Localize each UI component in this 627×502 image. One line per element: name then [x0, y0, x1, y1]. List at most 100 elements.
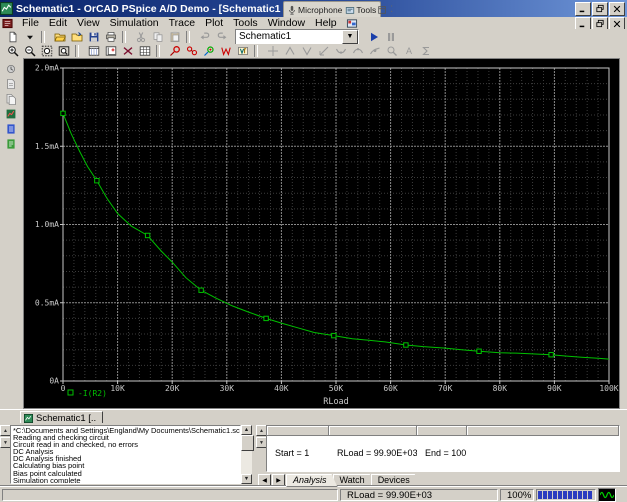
bias-display-button[interactable] — [234, 45, 251, 58]
simulation-output-log[interactable]: *C:\Documents and Settings\England\My Do… — [10, 425, 241, 484]
current-marker-button[interactable] — [200, 45, 217, 58]
add-plot-button[interactable] — [119, 45, 136, 58]
zoom-area-button[interactable] — [38, 45, 55, 58]
scroll-down-icon[interactable]: ▼ — [241, 474, 252, 484]
output-scrollbar-thumb[interactable] — [241, 435, 254, 451]
toolbar-separator — [156, 45, 160, 57]
menu-window[interactable]: Window — [263, 17, 310, 29]
add-y-axis-icon — [105, 45, 117, 57]
toolbar-group — [84, 45, 154, 58]
voltage-diff-marker-icon — [186, 45, 198, 57]
progress-block — [573, 491, 577, 499]
combo-dropdown-icon[interactable]: ▼ — [342, 30, 358, 44]
menu-simulation[interactable]: Simulation — [105, 17, 164, 29]
zoom-fit-button[interactable] — [55, 45, 72, 58]
sim-queue-button[interactable] — [3, 62, 20, 75]
menu-extra-icon[interactable] — [346, 18, 358, 29]
cursor-point-button[interactable] — [366, 45, 383, 58]
status-panel-header — [267, 426, 619, 436]
language-bar-handle[interactable]: ⁚ — [390, 4, 393, 15]
toggle-cursor-icon — [267, 45, 279, 57]
mark-label-icon: A — [403, 45, 415, 57]
cursor-peak-button[interactable] — [281, 45, 298, 58]
cursor-trough-button[interactable] — [298, 45, 315, 58]
toolbar-separator — [75, 45, 79, 57]
cursor-search-button[interactable] — [383, 45, 400, 58]
menu-trace[interactable]: Trace — [164, 17, 200, 29]
microphone-icon[interactable] — [287, 5, 297, 15]
simulation-profile-value: Schematic1 — [236, 31, 342, 42]
app-icon[interactable] — [0, 2, 13, 15]
copy-button[interactable] — [149, 30, 166, 43]
language-bar-options-icon[interactable] — [377, 5, 387, 15]
print-button[interactable] — [102, 30, 119, 43]
cursor-point-icon — [369, 45, 381, 57]
netlist-icon — [5, 138, 17, 150]
cursor-min-icon — [335, 45, 347, 57]
zoom-in-button[interactable] — [4, 45, 21, 58]
open-file-button[interactable] — [51, 30, 68, 43]
add-y-axis-button[interactable] — [102, 45, 119, 58]
probe-plot-area[interactable]: 010K20K30K40K50K60K70K80K90K100K0A0.5mA1… — [23, 58, 620, 409]
cursor-min-button[interactable] — [332, 45, 349, 58]
tools-icon[interactable] — [345, 5, 355, 15]
new-file-button[interactable] — [4, 30, 21, 43]
mark-label-button[interactable]: A — [400, 45, 417, 58]
redo-button[interactable] — [213, 30, 230, 43]
netlist-button[interactable] — [3, 137, 20, 150]
output-scrollbar[interactable]: ▲ ▼ — [241, 425, 252, 484]
dropdown-caret-icon — [24, 31, 36, 43]
waveform-status-icon — [598, 488, 616, 502]
pause-button[interactable] — [382, 30, 399, 43]
toolbar-separator — [41, 31, 45, 43]
scroll-up-icon[interactable]: ▲ — [241, 425, 252, 435]
redo-icon — [216, 31, 228, 43]
document-system-icon[interactable] — [2, 18, 15, 29]
menu-items: FileEditViewSimulationTracePlotToolsWind… — [17, 17, 342, 29]
voltage-diff-marker-button[interactable] — [183, 45, 200, 58]
menu-bar: FileEditViewSimulationTracePlotToolsWind… — [0, 17, 627, 29]
menu-view[interactable]: View — [72, 17, 105, 29]
menu-edit[interactable]: Edit — [44, 17, 72, 29]
plot-window-icon — [88, 45, 100, 57]
power-marker-button[interactable] — [217, 45, 234, 58]
plot-window-button[interactable] — [85, 45, 102, 58]
simulation-profile-combo[interactable]: Schematic1 ▼ — [235, 29, 359, 45]
voltage-marker-button[interactable] — [166, 45, 183, 58]
tab-analysis[interactable]: Analysis — [286, 474, 338, 487]
open-folder-button[interactable] — [68, 30, 85, 43]
cursor-slope-icon — [318, 45, 330, 57]
restore-button[interactable] — [592, 2, 608, 16]
menu-file[interactable]: File — [17, 17, 44, 29]
undo-button[interactable] — [196, 30, 213, 43]
watch-list-button[interactable] — [3, 122, 20, 135]
circuit-file-button[interactable] — [3, 77, 20, 90]
cut-button[interactable] — [132, 30, 149, 43]
eval-goal-button[interactable] — [417, 45, 434, 58]
dropdown-caret-button[interactable] — [21, 30, 38, 43]
watch-list-icon — [5, 123, 17, 135]
close-button[interactable] — [609, 2, 625, 16]
save-button[interactable] — [85, 30, 102, 43]
language-bar-microphone-label[interactable]: Microphone — [298, 5, 342, 15]
progress-block — [588, 491, 592, 499]
cursor-max-button[interactable] — [349, 45, 366, 58]
language-bar[interactable]: Microphone Tools ⁚ — [283, 1, 381, 18]
zoom-out-button[interactable] — [21, 45, 38, 58]
output-file-icon — [5, 93, 17, 105]
run-button[interactable] — [365, 30, 382, 43]
menu-tools[interactable]: Tools — [228, 17, 263, 29]
output-file-button[interactable] — [3, 92, 20, 105]
toggle-cursor-button[interactable] — [264, 45, 281, 58]
language-bar-tools-label[interactable]: Tools — [356, 5, 376, 15]
cursor-slope-button[interactable] — [315, 45, 332, 58]
chart-data-button[interactable] — [3, 107, 20, 120]
minimize-button[interactable] — [575, 2, 591, 16]
eval-goal-icon — [420, 45, 432, 57]
svg-text:-I(R2): -I(R2) — [78, 389, 107, 398]
paste-button[interactable] — [166, 30, 183, 43]
display-grid-button[interactable] — [136, 45, 153, 58]
menu-plot[interactable]: Plot — [200, 17, 228, 29]
waveform-chart[interactable]: 010K20K30K40K50K60K70K80K90K100K0A0.5mA1… — [24, 59, 619, 408]
menu-help[interactable]: Help — [310, 17, 342, 29]
